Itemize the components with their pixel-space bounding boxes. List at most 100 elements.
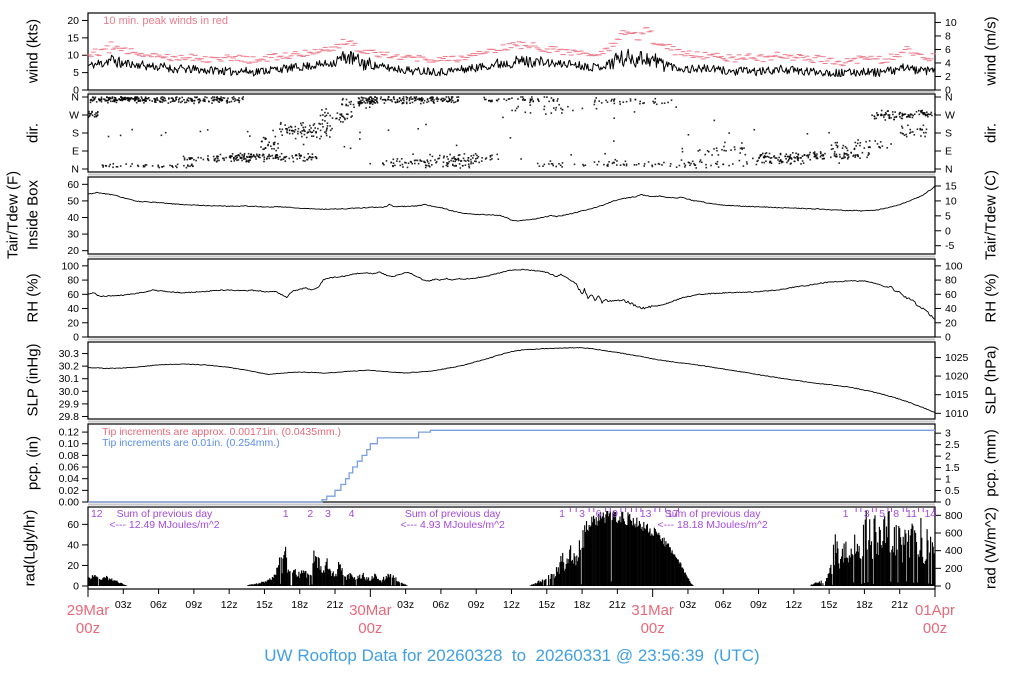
dir-dot bbox=[100, 96, 103, 99]
dir-dot bbox=[105, 164, 107, 167]
dir-dot bbox=[311, 156, 314, 159]
dir-dot bbox=[502, 116, 504, 119]
dir-dot bbox=[185, 101, 188, 104]
x-label-minor: 21z bbox=[891, 599, 908, 611]
dir-dot bbox=[230, 100, 233, 103]
dir-dot bbox=[189, 158, 192, 160]
dir-dot bbox=[613, 117, 615, 119]
dir-dot bbox=[268, 155, 270, 157]
dir-dot bbox=[807, 156, 810, 159]
dir-dot bbox=[329, 114, 331, 117]
dir-dot bbox=[237, 159, 240, 161]
tick-label-rh-left: 20 bbox=[67, 317, 79, 329]
dir-dot bbox=[325, 134, 328, 137]
annotation: <--- 12.49 MJoules/m^2 bbox=[109, 519, 219, 531]
dir-dot bbox=[319, 137, 321, 140]
dir-dot bbox=[319, 129, 322, 132]
dir-dot bbox=[895, 115, 898, 118]
dir-dot bbox=[291, 132, 294, 135]
dir-dot bbox=[89, 101, 92, 104]
dir-dot bbox=[141, 97, 143, 100]
dir-dot bbox=[379, 98, 382, 100]
dir-dot bbox=[436, 98, 439, 100]
dir-dot bbox=[901, 115, 903, 117]
dir-dot bbox=[329, 125, 331, 127]
dir-dot bbox=[687, 134, 690, 136]
dir-dot bbox=[789, 154, 792, 156]
dir-dot bbox=[854, 141, 857, 144]
dir-dot bbox=[187, 164, 189, 166]
dir-dot bbox=[918, 113, 921, 116]
dir-dot bbox=[138, 97, 140, 100]
dir-dot bbox=[256, 155, 258, 157]
dir-dot bbox=[263, 156, 266, 158]
dir-dot bbox=[524, 99, 526, 101]
dir-dot bbox=[844, 146, 847, 148]
dir-dot bbox=[449, 153, 451, 156]
dir-dot bbox=[572, 109, 574, 112]
dir-dot bbox=[372, 98, 375, 100]
dir-dot bbox=[921, 111, 924, 114]
dir-dot bbox=[797, 153, 799, 155]
dir-dot bbox=[705, 163, 707, 166]
dir-dot bbox=[930, 111, 933, 114]
dir-dot bbox=[421, 96, 423, 99]
dir-dot bbox=[739, 147, 742, 150]
dir-dot bbox=[909, 132, 911, 134]
tick-label-temp-left: 20 bbox=[67, 245, 79, 257]
dir-dot bbox=[834, 141, 837, 144]
dir-dot bbox=[94, 96, 97, 99]
dir-dot bbox=[161, 101, 164, 103]
dir-dot bbox=[436, 100, 439, 102]
dir-dot bbox=[797, 158, 799, 161]
dir-dot bbox=[845, 147, 848, 150]
dir-dot bbox=[713, 119, 716, 122]
tick-label-dir-right: E bbox=[945, 146, 952, 158]
dir-dot bbox=[230, 155, 232, 157]
dir-dot bbox=[241, 154, 243, 156]
dir-dot bbox=[106, 96, 108, 98]
dir-dot bbox=[725, 150, 727, 152]
annotation: 8 bbox=[893, 508, 899, 520]
dir-dot bbox=[164, 99, 167, 102]
dir-dot bbox=[786, 161, 788, 164]
dir-dot bbox=[238, 97, 240, 99]
dir-dot bbox=[291, 129, 293, 132]
dir-dot bbox=[856, 154, 859, 156]
tick-label-pcp-left: 0.06 bbox=[59, 462, 80, 474]
dir-dot bbox=[320, 135, 322, 138]
dir-dot bbox=[240, 156, 242, 159]
dir-dot bbox=[93, 116, 96, 118]
dir-dot bbox=[303, 133, 306, 136]
dir-dot bbox=[881, 145, 884, 147]
dir-dot bbox=[809, 158, 811, 161]
dir-dot bbox=[161, 166, 163, 168]
dir-dot bbox=[481, 157, 483, 159]
dir-dot bbox=[789, 157, 791, 160]
dir-dot bbox=[542, 165, 544, 167]
tick-label-rh-left: 60 bbox=[67, 289, 79, 301]
dir-dot bbox=[411, 101, 414, 104]
dir-dot bbox=[238, 101, 240, 104]
dir-dot bbox=[476, 157, 479, 159]
dir-dot bbox=[550, 97, 553, 99]
dir-dot bbox=[202, 99, 204, 102]
dir-dot bbox=[200, 157, 202, 159]
dir-dot bbox=[815, 155, 818, 157]
dir-dot bbox=[408, 99, 411, 102]
dir-dot bbox=[470, 155, 473, 157]
dir-dot bbox=[301, 130, 303, 132]
tick-label-rh-right: 0 bbox=[945, 332, 951, 344]
dir-dot bbox=[834, 155, 837, 158]
tick-label-temp-left: 60 bbox=[67, 179, 79, 191]
dir-dot bbox=[314, 127, 316, 129]
dir-dot bbox=[392, 96, 395, 99]
dir-dot bbox=[836, 155, 838, 158]
dir-dot bbox=[324, 131, 326, 133]
dir-dot bbox=[432, 100, 434, 103]
dir-dot bbox=[451, 99, 454, 102]
tick-label-pcp-right: 3 bbox=[945, 428, 951, 440]
dir-dot bbox=[435, 160, 438, 163]
dir-dot bbox=[690, 162, 692, 165]
dir-dot bbox=[537, 99, 539, 101]
